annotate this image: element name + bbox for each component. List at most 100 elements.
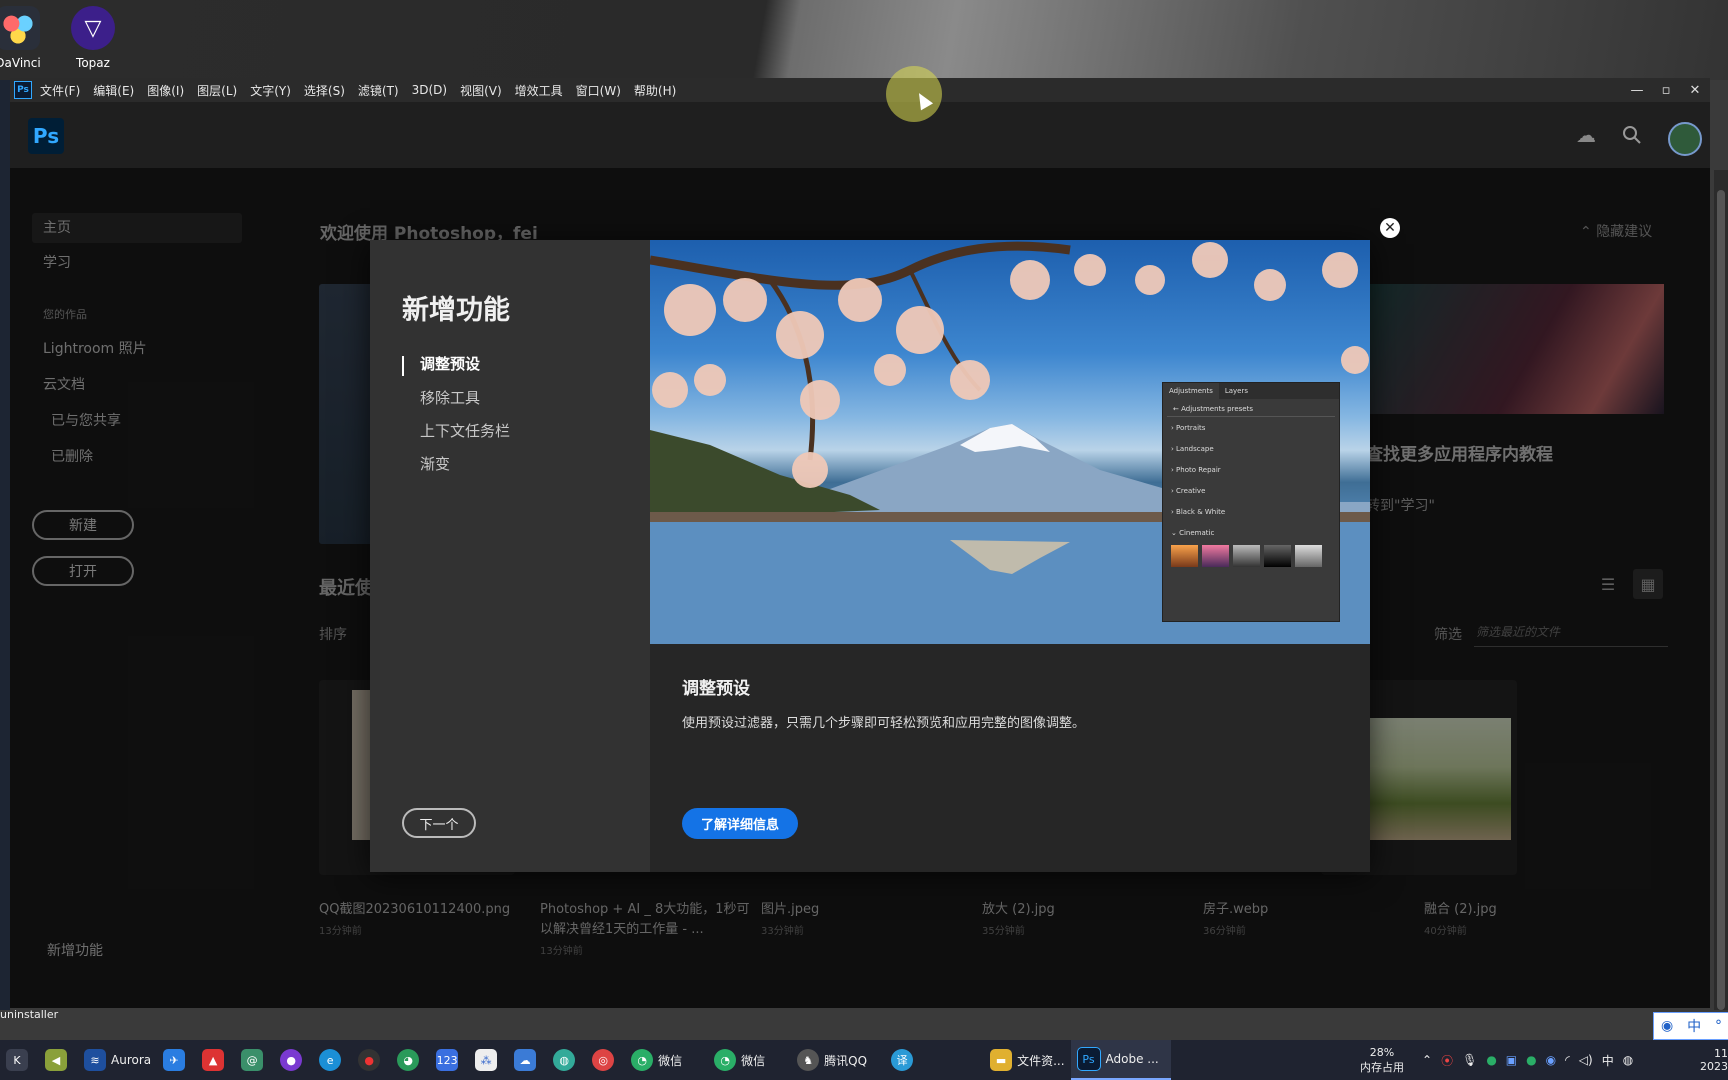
panel-row-label: Creative	[1176, 487, 1206, 495]
menu-select[interactable]: 选择(S)	[304, 82, 345, 99]
system-tray: ⌃ ⦿ 🎙︎ ● ▣ ● ◉ ◜ ◁) 中 ◍	[1422, 1040, 1633, 1080]
preset-swatch	[1233, 545, 1260, 567]
desktop-icon-topaz[interactable]: ▽ Topaz	[48, 6, 138, 70]
close-icon[interactable]: ✕	[1380, 218, 1400, 238]
network-icon[interactable]: ◜	[1565, 1053, 1570, 1067]
menu-file[interactable]: 文件(F)	[40, 82, 80, 99]
adjustments-panel-screenshot: Adjustments Layers ← Adjustments presets…	[1162, 382, 1340, 622]
wechat-tray-icon[interactable]: ●	[1526, 1053, 1536, 1067]
memory-label: 内存占用	[1360, 1060, 1404, 1074]
wechat-tray-icon[interactable]: ●	[1486, 1053, 1496, 1067]
active-indicator	[402, 356, 404, 376]
screen-tray-icon[interactable]: ▣	[1506, 1053, 1517, 1067]
taskbar-app[interactable]: ◕	[391, 1040, 430, 1080]
preset-swatch	[1295, 545, 1322, 567]
back-arrow-icon: ←	[1173, 405, 1182, 413]
taskbar-app-qq[interactable]: ♞ 腾讯QQ	[791, 1040, 873, 1080]
cloud-icon[interactable]: ☁	[1571, 120, 1601, 150]
feature-contextual-taskbar[interactable]: 上下文任务栏	[420, 420, 510, 441]
taskbar-app[interactable]: ☁	[508, 1040, 547, 1080]
menu-plugins[interactable]: 增效工具	[515, 82, 563, 99]
photoshop-icon: Ps	[1076, 1047, 1101, 1071]
menu-3d[interactable]: 3D(D)	[412, 83, 447, 97]
next-button[interactable]: 下一个	[402, 808, 476, 838]
taskbar-app[interactable]: ◀	[39, 1040, 78, 1080]
app-tray-icon[interactable]: ◉	[1546, 1053, 1556, 1067]
learn-more-button[interactable]: 了解详细信息	[682, 808, 798, 839]
bird-icon: ✈	[163, 1049, 186, 1071]
memory-usage[interactable]: 28% 内存占用	[1350, 1040, 1414, 1080]
feature-description: 使用预设过滤器，只需几个步骤即可轻松预览和应用完整的图像调整。	[682, 716, 1086, 731]
panel-tab-layers: Layers	[1224, 387, 1249, 395]
photoshop-logo: Ps	[28, 118, 64, 154]
feature-hero-image: Adjustments Layers ← Adjustments presets…	[650, 240, 1370, 644]
menu-window[interactable]: 窗口(W)	[576, 82, 621, 99]
feature-adjustment-presets[interactable]: 调整预设	[420, 353, 480, 374]
ps-app-icon[interactable]: Ps	[14, 81, 32, 99]
taskbar-app[interactable]: 译	[885, 1040, 924, 1080]
degree-icon: °	[1715, 1018, 1723, 1034]
taskbar-app-label: 文件资...	[1017, 1053, 1065, 1068]
nodes-icon: ⁂	[475, 1049, 498, 1071]
taskbar-app[interactable]: 123	[430, 1040, 469, 1080]
translate-icon: 译	[891, 1049, 914, 1071]
taskbar-app-photoshop[interactable]: Ps Adobe ...	[1070, 1040, 1171, 1080]
cursor-highlight	[886, 66, 942, 122]
ifly-icon: ◉	[1660, 1018, 1674, 1034]
panel-row-label: Landscape	[1176, 445, 1214, 453]
feature-gradients[interactable]: 渐变	[420, 453, 450, 474]
taskbar-app-explorer[interactable]: ▬ 文件资...	[984, 1040, 1070, 1080]
preset-swatch	[1202, 545, 1229, 567]
panel-row: › Black & White	[1163, 501, 1339, 522]
taskbar-app-label: Adobe ...	[1105, 1052, 1159, 1066]
taskbar-app[interactable]: e	[313, 1040, 352, 1080]
taskbar-app[interactable]: @	[235, 1040, 274, 1080]
panel-row-label: Cinematic	[1179, 529, 1215, 537]
taskbar-app[interactable]: ◎	[586, 1040, 625, 1080]
menu-edit[interactable]: 编辑(E)	[93, 82, 134, 99]
clock-date: 2023	[1700, 1060, 1728, 1073]
menu-layer[interactable]: 图层(L)	[197, 82, 237, 99]
chevron-up-icon[interactable]: ⌃	[1422, 1053, 1432, 1067]
panel-row: › Portraits	[1163, 417, 1339, 438]
minimize-icon[interactable]: —	[1623, 78, 1651, 102]
menu-filter[interactable]: 滤镜(T)	[358, 82, 399, 99]
scrollbar-thumb[interactable]	[1717, 190, 1725, 1010]
taskbar-app-label: 微信	[741, 1053, 766, 1068]
ime-indicator[interactable]: ◉ 中 °	[1653, 1012, 1728, 1040]
maximize-icon[interactable]: ▫	[1652, 78, 1680, 102]
window-close-icon[interactable]: ✕	[1681, 78, 1709, 102]
taskbar-app[interactable]: ✈	[157, 1040, 196, 1080]
scrollbar[interactable]	[1714, 170, 1728, 1010]
menu-image[interactable]: 图像(I)	[147, 82, 184, 99]
menu-bar: Ps 文件(F) 编辑(E) 图像(I) 图层(L) 文字(Y) 选择(S) 滤…	[10, 78, 1710, 102]
taskbar-app-wechat[interactable]: ◔ 微信	[625, 1040, 688, 1080]
menu-view[interactable]: 视图(V)	[460, 82, 502, 99]
taskbar-app[interactable]: K	[0, 1040, 39, 1080]
desktop-wallpaper	[0, 0, 1728, 80]
panel-row: › Landscape	[1163, 438, 1339, 459]
taskbar-app[interactable]: ●	[352, 1040, 391, 1080]
ime-tray[interactable]: 中	[1602, 1052, 1614, 1069]
feature-remove-tool[interactable]: 移除工具	[420, 387, 480, 408]
panel-back-row: ← Adjustments presets	[1167, 399, 1335, 417]
taskbar-app-wechat[interactable]: ◔ 微信	[708, 1040, 771, 1080]
menu-help[interactable]: 帮助(H)	[634, 82, 676, 99]
menu-type[interactable]: 文字(Y)	[250, 82, 291, 99]
search-icon[interactable]	[1617, 120, 1647, 150]
volume-icon[interactable]: ◁)	[1579, 1053, 1593, 1067]
record-tray-icon[interactable]: ⦿	[1441, 1052, 1453, 1069]
taskbar-app[interactable]: ▲	[196, 1040, 235, 1080]
clock[interactable]: 11 2023	[1700, 1040, 1728, 1080]
taskbar-app-aurora[interactable]: ≋ Aurora	[78, 1040, 157, 1080]
ime-mode: 中	[1687, 1019, 1702, 1035]
taskbar-app[interactable]: ◍	[547, 1040, 586, 1080]
panel-row-label: Portraits	[1176, 424, 1206, 432]
microphone-icon[interactable]: 🎙︎	[1462, 1053, 1477, 1067]
avatar[interactable]	[1668, 122, 1702, 156]
taskbar-app[interactable]: ⁂	[469, 1040, 508, 1080]
chart-app-icon: ▲	[202, 1049, 225, 1071]
onedrive-icon: ☁	[514, 1049, 537, 1071]
taskbar-app[interactable]: ●	[274, 1040, 313, 1080]
ifly-tray-icon[interactable]: ◍	[1623, 1053, 1633, 1067]
